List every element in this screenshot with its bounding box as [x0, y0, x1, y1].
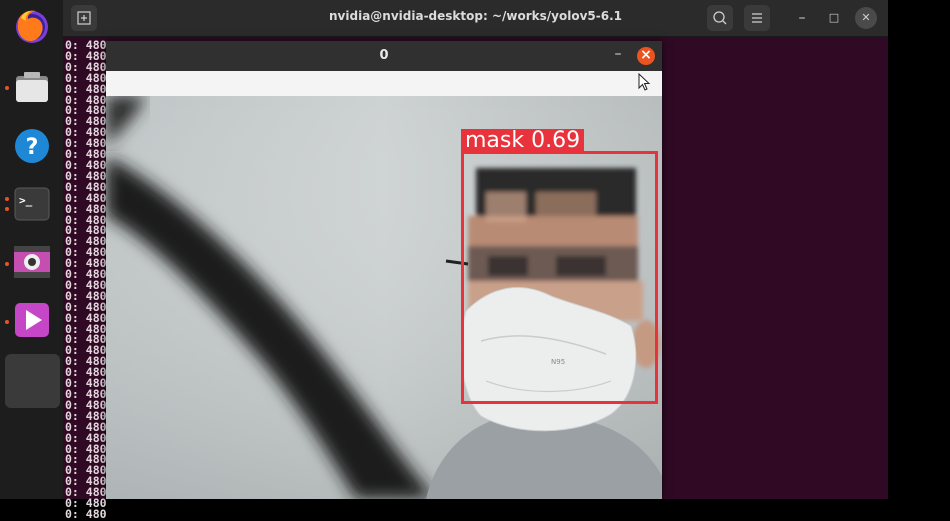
detection-box: [461, 151, 658, 404]
svg-text:?: ?: [26, 135, 39, 160]
dock: ? >_: [0, 0, 63, 499]
webcam-icon[interactable]: [12, 242, 52, 282]
hamburger-menu-icon[interactable]: [744, 5, 770, 31]
terminal-line: 0: 480: [65, 506, 107, 521]
close-button[interactable]: ✕: [855, 7, 877, 29]
active-window-slot[interactable]: [5, 354, 60, 408]
svg-text:>_: >_: [19, 194, 33, 207]
help-icon[interactable]: ?: [12, 126, 52, 166]
screen-edge: [888, 0, 950, 499]
image-window-title: 0: [379, 48, 389, 63]
mouse-cursor-icon: [638, 73, 651, 91]
terminal-titlebar: nvidia@nvidia-desktop: ~/works/yolov5-6.…: [63, 0, 888, 37]
image-window-titlebar: 0 – ×: [106, 41, 662, 71]
detection-label: mask 0.69: [461, 129, 585, 153]
minimize-button[interactable]: –: [789, 5, 815, 31]
search-icon[interactable]: [707, 5, 733, 31]
media-player-icon[interactable]: [12, 300, 52, 340]
image-window-minimize-button[interactable]: –: [609, 46, 627, 66]
files-icon[interactable]: [12, 68, 52, 108]
terminal-icon[interactable]: >_: [12, 184, 52, 224]
camera-frame: N95 mask 0.69: [106, 96, 662, 499]
image-window: 0 – × N95 mask 0.69: [106, 41, 662, 499]
terminal-line: 0: 480: [65, 496, 107, 511]
image-window-close-button[interactable]: ×: [637, 47, 655, 65]
firefox-icon[interactable]: [12, 6, 52, 46]
image-window-toolbar: [106, 71, 662, 96]
maximize-button[interactable]: □: [821, 5, 847, 31]
